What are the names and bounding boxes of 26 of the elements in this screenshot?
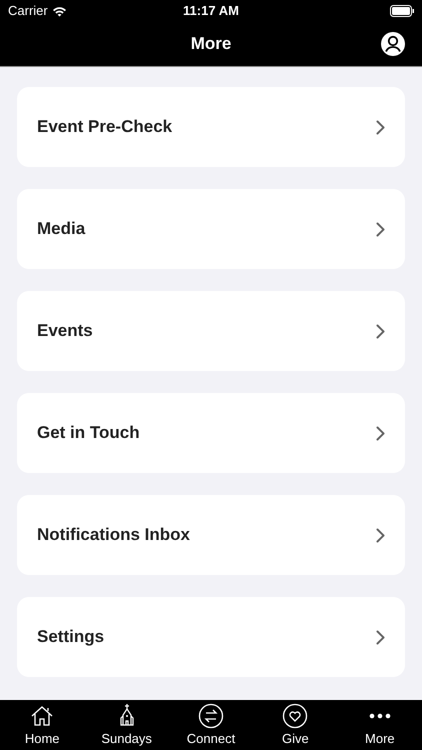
- menu-item[interactable]: Notifications Inbox: [17, 495, 405, 575]
- chevron-right-icon: [376, 528, 385, 542]
- carrier-label: Carrier: [8, 2, 48, 20]
- menu-item[interactable]: Events: [17, 291, 405, 371]
- menu-item[interactable]: Media: [17, 189, 405, 269]
- menu-item[interactable]: Settings: [17, 597, 405, 677]
- chevron-right-icon: [376, 324, 385, 338]
- wifi-icon: [52, 6, 67, 16]
- tab-bar-item[interactable]: More: [338, 700, 422, 750]
- heart-circle-icon: [282, 703, 308, 729]
- battery-icon: [390, 5, 414, 17]
- chevron-right-icon: [376, 426, 385, 440]
- tab-bar-item[interactable]: Home: [0, 700, 84, 750]
- chevron-right-icon: [376, 222, 385, 236]
- profile-icon[interactable]: [381, 32, 405, 56]
- chevron-right-icon: [376, 120, 385, 134]
- screen-title: More: [190, 33, 232, 56]
- menu-item[interactable]: Event Pre-Check: [17, 87, 405, 167]
- menu-item[interactable]: Get in Touch: [17, 393, 405, 473]
- tab-bar-item[interactable]: Connect: [168, 700, 254, 750]
- chevron-right-icon: [376, 630, 385, 644]
- tab-bar-item[interactable]: Give: [253, 700, 338, 750]
- more-icon: [366, 713, 393, 719]
- arrows-circle-icon: [198, 703, 224, 729]
- tab-bar-item[interactable]: Sundays: [84, 700, 169, 750]
- clock-time: 11:17 AM: [183, 2, 239, 20]
